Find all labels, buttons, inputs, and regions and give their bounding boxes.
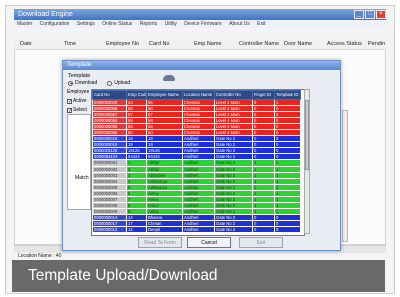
column-header-access-status[interactable]: Access Status [327, 40, 362, 49]
radio-download[interactable] [68, 80, 73, 86]
select-label: Select [73, 107, 87, 113]
select-checkbox[interactable]: ✓ [67, 107, 72, 113]
column-header-card-no[interactable]: Card No [149, 40, 169, 49]
read-to-form-button[interactable]: Read To Form [138, 237, 182, 248]
table-cell: Andheri [182, 225, 215, 234]
main-vertical-scrollbar[interactable] [342, 110, 348, 242]
column-header-emp-name[interactable]: Emp Name [194, 40, 222, 49]
column-header-template-id[interactable]: Template ID [274, 90, 301, 100]
table-cell: 0 [252, 225, 275, 234]
scrollbar-thumb[interactable] [305, 100, 309, 170]
template-label: Template [68, 73, 91, 79]
menu-item-online-status[interactable]: Online Status [102, 21, 132, 27]
menu-item-utility[interactable]: Utility [165, 21, 177, 27]
status-location: Location Name : 40 [18, 253, 62, 259]
column-header-location-name[interactable]: Location Name [182, 90, 215, 100]
filter-list[interactable] [67, 114, 91, 210]
window-title-bar: Download Engine _ □ × [14, 9, 386, 20]
template-grid: Card No Emp Code Employee Name Location … [91, 89, 305, 236]
menu-item-about-us[interactable]: About Us [229, 21, 250, 27]
table-cell: 12 [126, 225, 147, 234]
column-header-time[interactable]: Time [64, 40, 76, 49]
dialog-title: Template [63, 61, 340, 70]
table-row[interactable]: 0000000012 12 Deepti Andheri Gate No 200 [92, 225, 301, 234]
grid-header-row: Card No Emp Code Employee Name Location … [92, 90, 301, 100]
table-cell: 0 [274, 225, 301, 234]
column-header-pending[interactable]: Pendin [368, 40, 385, 49]
radio-download-label: Download [75, 80, 98, 86]
menu-item-settings[interactable]: Settings [77, 21, 95, 27]
active-checkbox[interactable]: ✓ [67, 98, 72, 104]
column-header-employee-name[interactable]: Employee Name [146, 90, 183, 100]
column-header-card-no[interactable]: Card No [92, 90, 127, 100]
radio-upload-label: Upload [114, 80, 131, 86]
menu-item-configuration[interactable]: Configuration [40, 21, 70, 27]
table-cell: Gate No 2 [214, 225, 253, 234]
template-mode-group: Download Upload [68, 80, 130, 86]
column-header-emp-code[interactable]: Emp Code [126, 90, 147, 100]
filter-panel: Employee ✓ Active ✓ Select [67, 89, 91, 113]
dialog-vertical-scrollbar[interactable] [304, 89, 310, 234]
active-label: Active [73, 98, 87, 104]
column-header-door-name[interactable]: Door Name [284, 40, 312, 49]
table-cell: Deepti [146, 225, 183, 234]
window-controls: _ □ × [353, 9, 386, 20]
maximize-icon[interactable]: □ [365, 10, 375, 19]
grid-body: 0000000020 20 55 Chennai Level 4 Main 0 1 00000… [92, 98, 301, 234]
close-icon[interactable]: × [376, 10, 386, 19]
window-title: Download Engine [18, 11, 73, 18]
minimize-icon[interactable]: _ [354, 10, 364, 19]
column-header-employee-no[interactable]: Employee No [106, 40, 139, 49]
slide-caption: Template Upload/Download [12, 260, 385, 292]
column-header-finger-id[interactable]: Finger ID [252, 90, 275, 100]
dialog-button-bar: Read To Form Cancel Exit [63, 237, 340, 249]
template-dialog: Template Template Download Upload Employ… [62, 60, 341, 251]
column-header-date[interactable]: Date [20, 40, 32, 49]
column-header-controller-name[interactable]: Controller Name [239, 40, 279, 49]
cancel-button[interactable]: Cancel [187, 237, 231, 248]
radio-upload[interactable] [107, 80, 113, 86]
employee-label: Employee [67, 89, 90, 95]
menu-bar: Master Configuration Settings Online Sta… [14, 20, 386, 28]
menu-item-exit[interactable]: Exit [257, 21, 265, 27]
cloud-icon [163, 75, 175, 81]
menu-item-device-firmware[interactable]: Device Firmware [184, 21, 222, 27]
exit-button[interactable]: Exit [239, 237, 283, 248]
match-label: Match [75, 175, 89, 181]
table-cell: 0000000012 [92, 225, 127, 234]
menu-item-reports[interactable]: Reports [140, 21, 158, 27]
column-header-controller-no[interactable]: Controller No [214, 90, 253, 100]
menu-item-master[interactable]: Master [17, 21, 32, 27]
